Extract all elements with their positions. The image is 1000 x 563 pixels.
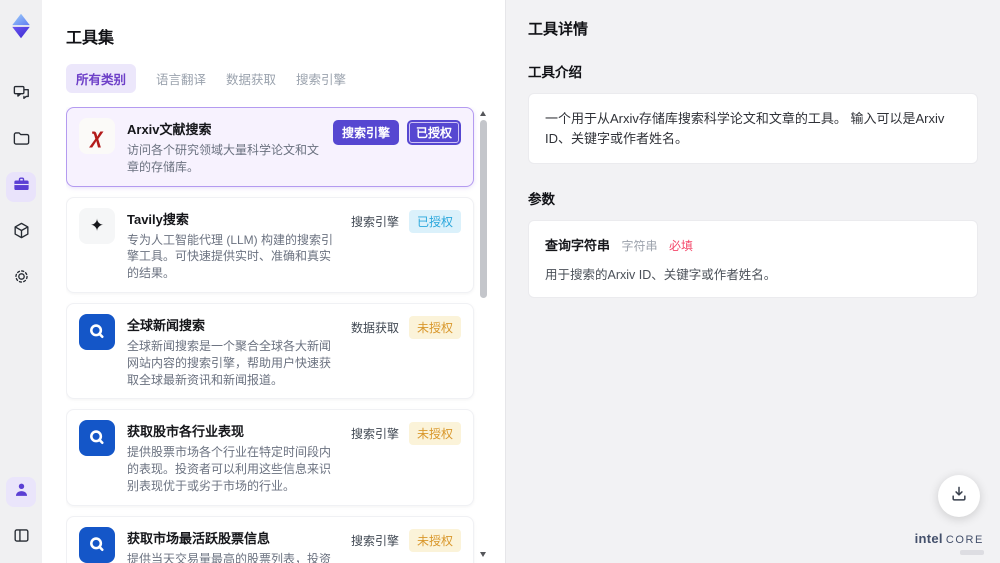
category-tabs: 所有类别 语言翻译 数据获取 搜索引擎	[66, 64, 488, 93]
param-card: 查询字符串 字符串 必填 用于搜索的Arxiv ID、关键字或作者姓名。	[528, 220, 978, 298]
auth-badge: 未授权	[408, 315, 461, 339]
param-required-badge: 必填	[668, 239, 693, 253]
tool-list: χ Arxiv文献搜索 访问各个研究领域大量科学论文和文章的存储库。 搜索引擎 …	[66, 107, 474, 563]
folder-icon	[12, 129, 31, 153]
arxiv-logo-icon: χ	[79, 118, 115, 154]
auth-badge: 未授权	[408, 422, 461, 446]
auth-badge: 未授权	[408, 528, 461, 552]
category-tag: 搜索引擎	[350, 214, 399, 229]
search-logo-icon	[79, 420, 115, 457]
tool-list-wrap: χ Arxiv文献搜索 访问各个研究领域大量科学论文和文章的存储库。 搜索引擎 …	[66, 107, 488, 563]
param-name: 查询字符串	[545, 238, 611, 253]
intel-core-logo: intel core	[915, 530, 984, 555]
sidebar-item-panel-toggle[interactable]	[6, 523, 36, 553]
tool-card[interactable]: 获取市场最活跃股票信息 提供当天交易量最高的股票列表，投资者可以利用这些信息来识…	[66, 515, 474, 563]
tool-card[interactable]: 全球新闻搜索 全球新闻搜索是一个聚合全球各大新闻网站内容的搜索引擎，帮助用户快速…	[66, 302, 474, 400]
tool-name: 获取股市各行业表现	[127, 424, 245, 440]
cube-icon	[12, 221, 31, 245]
app-logo-icon	[7, 12, 35, 40]
briefcase-icon	[12, 175, 31, 199]
params-heading: 参数	[528, 192, 555, 207]
category-tab[interactable]: 数据获取	[226, 64, 276, 93]
chat-icon	[12, 83, 31, 107]
tool-card[interactable]: ✦ Tavily搜索 专为人工智能代理 (LLM) 构建的搜索引擎工具。可快速提…	[66, 196, 474, 293]
category-tab[interactable]: 语言翻译	[156, 64, 206, 93]
category-tag: 搜索引擎	[332, 120, 399, 145]
auth-badge: 已授权	[406, 120, 461, 145]
category-tag: 数据获取	[350, 320, 399, 335]
tool-name: 全球新闻搜索	[127, 317, 206, 333]
category-tag: 搜索引擎	[350, 427, 399, 442]
param-description: 用于搜索的Arxiv ID、关键字或作者姓名。	[545, 268, 777, 282]
detail-title: 工具详情	[528, 21, 589, 38]
tool-card[interactable]: 获取股市各行业表现 提供股票市场各个行业在特定时间段内的表现。投资者可以利用这些…	[66, 409, 474, 506]
sidebar-item-files[interactable]	[6, 126, 36, 156]
intro-heading: 工具介绍	[528, 65, 582, 80]
tavily-logo-icon: ✦	[79, 207, 115, 244]
scroll-up-arrow-icon[interactable]	[480, 111, 486, 116]
page-title: 工具集	[66, 30, 115, 47]
intel-logo-sub-mark	[960, 550, 984, 555]
tools-panel: 工具集 所有类别 语言翻译 数据获取 搜索引擎 χ Arxiv文献搜索 访问各个研究领…	[42, 0, 505, 563]
sidebar-item-settings[interactable]	[6, 264, 36, 294]
scroll-down-arrow-icon[interactable]	[480, 552, 486, 557]
tool-description: 访问各个研究领域大量科学论文和文章的存储库。	[127, 143, 320, 174]
download-icon	[949, 484, 969, 509]
sidebar-item-chat[interactable]	[6, 80, 36, 110]
search-logo-icon	[79, 526, 115, 563]
intel-brand-text: intel	[914, 531, 943, 546]
tool-intro-text: 一个用于从Arxiv存储库搜索科学论文和文章的工具。 输入可以是Arxiv ID…	[528, 93, 978, 164]
tool-description: 专为人工智能代理 (LLM) 构建的搜索引擎工具。可快速提供实时、准确和真实的结…	[127, 232, 334, 281]
category-tab[interactable]: 搜索引擎	[296, 64, 346, 93]
sidebar	[0, 0, 42, 563]
param-type: 字符串	[621, 239, 658, 253]
app-window: 工具集 所有类别 语言翻译 数据获取 搜索引擎 χ Arxiv文献搜索 访问各个研究领…	[0, 0, 1000, 563]
core-brand-text: core	[945, 534, 984, 546]
user-icon	[12, 480, 31, 504]
search-logo-icon	[79, 313, 115, 350]
detail-panel: 工具详情 工具介绍 一个用于从Arxiv存储库搜索科学论文和文章的工具。 输入可…	[505, 0, 1000, 563]
tool-name: Arxiv文献搜索	[127, 122, 212, 137]
category-tag: 搜索引擎	[350, 533, 399, 548]
auth-badge: 已授权	[408, 209, 461, 233]
tool-description: 提供股票市场各个行业在特定时间段内的表现。投资者可以利用这些信息来识别表现优于或…	[127, 445, 332, 493]
sidebar-item-tools[interactable]	[6, 172, 36, 202]
tool-description: 全球新闻搜索是一个聚合全球各大新闻网站内容的搜索引擎，帮助用户快速获取全球最新资…	[127, 338, 332, 387]
sidebar-item-account[interactable]	[6, 477, 36, 507]
tool-name: 获取市场最活跃股票信息	[127, 530, 271, 546]
category-tab[interactable]: 所有类别	[66, 64, 137, 93]
sidebar-item-packages[interactable]	[6, 218, 36, 248]
panel-toggle-icon	[12, 526, 31, 550]
tool-card[interactable]: χ Arxiv文献搜索 访问各个研究领域大量科学论文和文章的存储库。 搜索引擎 …	[66, 107, 474, 187]
tool-description: 提供当天交易量最高的股票列表，投资者可以利用这些信息来识别流动性强的股票和潜在的…	[127, 551, 332, 563]
tool-name: Tavily搜索	[127, 211, 189, 227]
download-button[interactable]	[938, 475, 980, 517]
param-head: 查询字符串 字符串 必填	[545, 235, 961, 255]
gear-icon	[12, 267, 31, 291]
scrollbar-thumb[interactable]	[479, 120, 487, 298]
list-scrollbar[interactable]	[478, 111, 488, 557]
